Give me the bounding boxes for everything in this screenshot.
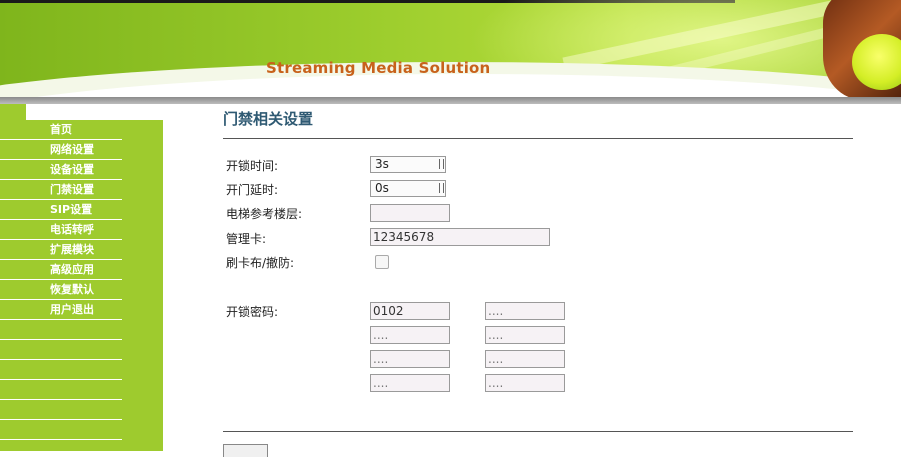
main-content: 门禁相关设置 开锁时间: 3s 开门延时: 0s 电梯参考楼层: 管理卡: 12…: [163, 104, 901, 457]
sidebar-empty-row: [0, 420, 122, 440]
sidebar-item-access-control-settings[interactable]: 门禁设置: [0, 180, 122, 200]
bottom-divider: [223, 431, 853, 432]
unlock-password-field-8[interactable]: ....: [485, 374, 565, 392]
sidebar-empty-row: [0, 380, 122, 400]
admin-card-input[interactable]: 12345678: [370, 228, 550, 246]
title-divider: [223, 138, 853, 139]
door-delay-select[interactable]: 0s: [370, 180, 446, 197]
unlock-password-field-3[interactable]: ....: [370, 326, 450, 344]
sidebar-item-extension-module[interactable]: 扩展模块: [0, 240, 122, 260]
sidebar-item-network-settings[interactable]: 网络设置: [0, 140, 122, 160]
door-delay-value: 0s: [375, 181, 389, 195]
header-divider: [0, 97, 901, 104]
unlock-password-field-1[interactable]: 0102: [370, 302, 450, 320]
unlock-password-field-6[interactable]: ....: [485, 350, 565, 368]
elevator-floor-label: 电梯参考楼层:: [226, 207, 303, 221]
dropdown-arrow-icon: [439, 159, 444, 169]
sidebar-item-advanced[interactable]: 高级应用: [0, 260, 122, 280]
page-title: 门禁相关设置: [223, 110, 314, 128]
sidebar-empty-row: [0, 340, 122, 360]
sidebar-empty-row: [0, 320, 122, 340]
banner-title: Streaming Media Solution: [266, 59, 491, 77]
unlock-password-field-5[interactable]: ....: [370, 350, 450, 368]
card-arm-label: 刷卡布/撤防:: [226, 256, 295, 270]
door-delay-label: 开门延时:: [226, 183, 279, 197]
sidebar-item-home[interactable]: 首页: [0, 120, 122, 140]
unlock-time-label: 开锁时间:: [226, 159, 279, 173]
unlock-password-field-2[interactable]: ....: [485, 302, 565, 320]
sidebar-empty-row: [0, 360, 122, 380]
unlock-password-field-4[interactable]: ....: [485, 326, 565, 344]
header-banner: Streaming Media Solution: [0, 0, 901, 97]
sidebar-item-device-settings[interactable]: 设备设置: [0, 160, 122, 180]
elevator-floor-input[interactable]: [370, 204, 450, 222]
sidebar-top-notch: [0, 104, 26, 120]
unlock-password-field-7[interactable]: ....: [370, 374, 450, 392]
dropdown-arrow-icon: [439, 183, 444, 193]
unlock-password-label: 开锁密码:: [226, 305, 279, 319]
sidebar-item-sip-settings[interactable]: SIP设置: [0, 200, 122, 220]
sidebar: 首页 网络设置 设备设置 门禁设置 SIP设置 电话转呼 扩展模块 高级应用 恢…: [0, 104, 163, 451]
sidebar-item-logout[interactable]: 用户退出: [0, 300, 122, 320]
card-arm-checkbox[interactable]: [375, 255, 389, 269]
unlock-time-select[interactable]: 3s: [370, 156, 446, 173]
sidebar-item-call-forwarding[interactable]: 电话转呼: [0, 220, 122, 240]
admin-card-label: 管理卡:: [226, 232, 267, 246]
unlock-time-value: 3s: [375, 157, 389, 171]
sidebar-empty-row: [0, 400, 122, 420]
sidebar-nav: 首页 网络设置 设备设置 门禁设置 SIP设置 电话转呼 扩展模块 高级应用 恢…: [0, 120, 122, 440]
sidebar-item-restore-defaults[interactable]: 恢复默认: [0, 280, 122, 300]
